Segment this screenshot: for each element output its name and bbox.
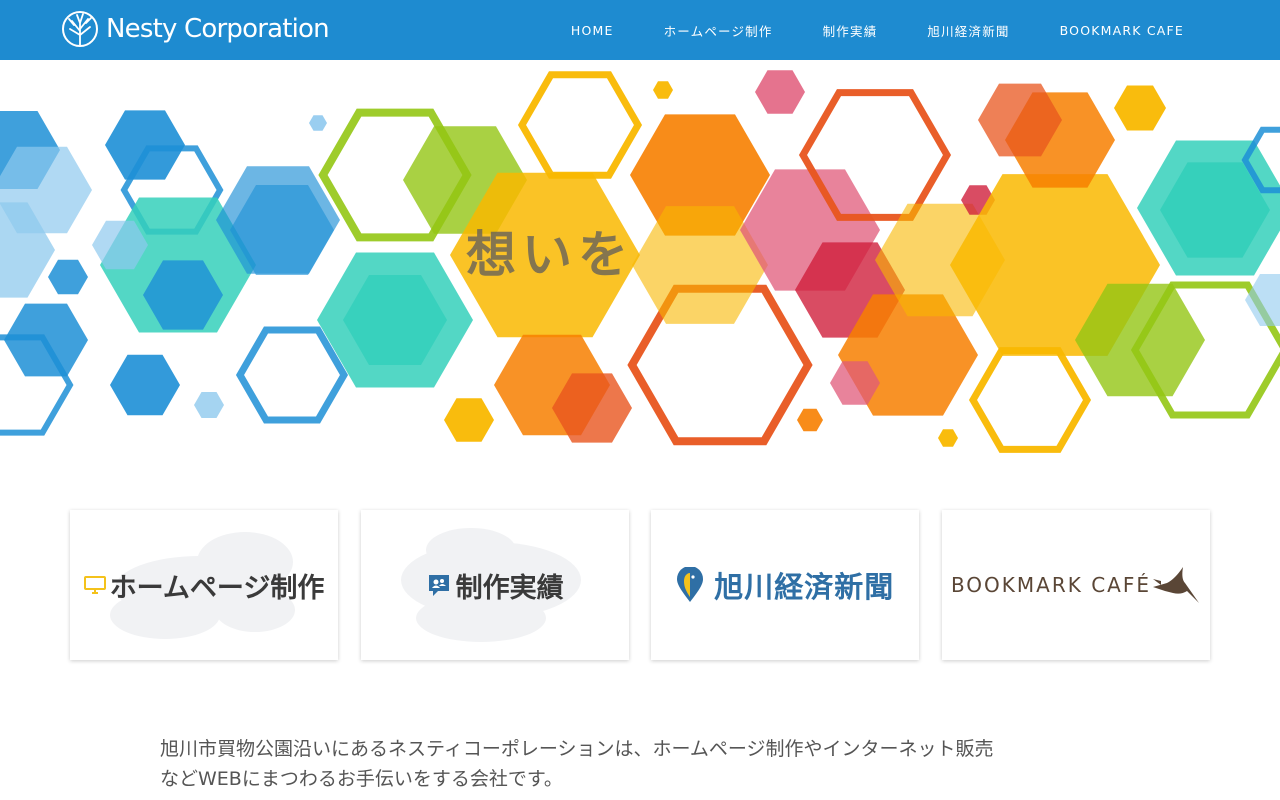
intro-line-1: 旭川市買物公園沿いにあるネスティコーポレーションは、ホームページ制作やインターネ… bbox=[160, 738, 994, 760]
hexagon-shape bbox=[444, 398, 494, 442]
hexagon-shape bbox=[797, 408, 823, 432]
nav-bookmark-cafe[interactable]: BOOKMARK CAFE bbox=[1060, 23, 1184, 38]
hero-headline: 想いを bbox=[466, 226, 634, 284]
nav-homepage-production[interactable]: ホームページ制作 bbox=[664, 21, 773, 40]
nav-asahikawa-keizai-news[interactable]: 旭川経済新聞 bbox=[927, 21, 1009, 40]
card-bookmark-cafe[interactable]: BOOKMARK CAFÉ bbox=[941, 510, 1210, 660]
card-works[interactable]: 制作実績 bbox=[360, 510, 629, 660]
nav-works[interactable]: 制作実績 bbox=[823, 21, 878, 40]
hexagon-shape bbox=[235, 326, 349, 424]
service-cards: ホームページ制作 制作実績 旭川経済新聞 BOOKMARK CAFÉ bbox=[70, 510, 1210, 660]
intro-line-2: などWEBにまつわるお手伝いをする会社です。 bbox=[160, 768, 563, 790]
users-chat-icon bbox=[428, 575, 449, 596]
tree-logo-icon bbox=[62, 11, 98, 47]
hexagon-shape bbox=[938, 429, 958, 447]
hexagon-shape bbox=[798, 89, 952, 221]
hexagon-shape bbox=[309, 115, 327, 131]
monitor-icon bbox=[83, 576, 106, 594]
card-label: 制作実績 bbox=[361, 510, 629, 660]
hexagon-shape bbox=[1245, 274, 1280, 326]
hexagon-shape bbox=[517, 71, 643, 179]
hexagon-shape bbox=[1114, 85, 1166, 131]
card-asahikawa-keizai-news[interactable]: 旭川経済新聞 bbox=[651, 510, 920, 660]
hero-banner: 想いを bbox=[0, 60, 1280, 480]
hexagon-shape bbox=[194, 392, 224, 418]
hexagon-shape bbox=[48, 259, 88, 295]
hexagon-shape bbox=[755, 70, 805, 114]
card-label: BOOKMARK CAFÉ bbox=[942, 510, 1210, 660]
main-nav: HOME ホームページ制作 制作実績 旭川経済新聞 BOOKMARK CAFE bbox=[521, 0, 1184, 60]
nav-home[interactable]: HOME bbox=[571, 23, 614, 38]
site-header: Nesty Corporation HOME ホームページ制作 制作実績 旭川経… bbox=[0, 0, 1280, 60]
swallow-icon bbox=[1153, 567, 1199, 603]
intro-text: 旭川市買物公園沿いにあるネスティコーポレーションは、ホームページ制作やインターネ… bbox=[160, 734, 1140, 794]
logo-text: Nesty Corporation bbox=[106, 14, 330, 44]
hexagon-pattern bbox=[0, 70, 1280, 453]
hexagon-shape bbox=[968, 347, 1092, 453]
hexagon-shape bbox=[110, 354, 180, 416]
site-logo[interactable]: Nesty Corporation bbox=[60, 9, 330, 49]
bird-pin-icon bbox=[677, 567, 704, 602]
hexagon-shape bbox=[105, 110, 185, 180]
card-homepage-production[interactable]: ホームページ制作 bbox=[70, 510, 338, 660]
card-label: ホームページ制作 bbox=[70, 510, 338, 660]
card-label: 旭川経済新聞 bbox=[651, 510, 919, 660]
hexagon-shape bbox=[653, 81, 673, 99]
